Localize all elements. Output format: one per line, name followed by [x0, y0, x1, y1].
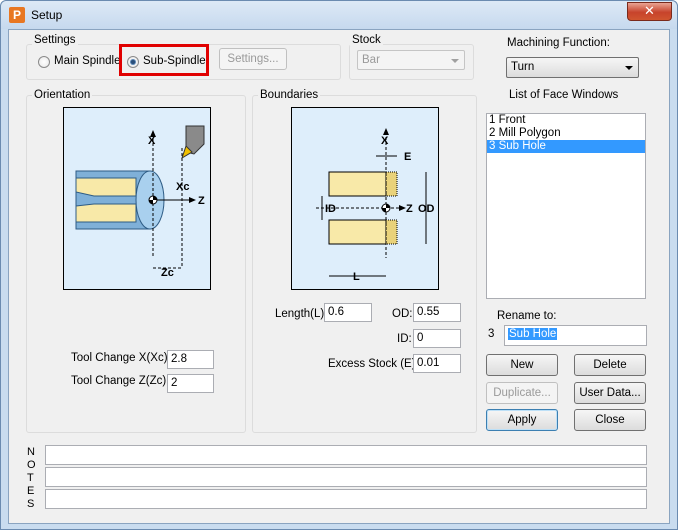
list-item-selected[interactable]: 3 Sub Hole	[487, 140, 645, 153]
tool-change-z-label: Tool Change Z(Zc):	[71, 375, 170, 387]
id-field-label: ID:	[397, 333, 412, 345]
sub-spindle-radio[interactable]	[127, 56, 139, 68]
x-axis-label: X	[148, 135, 156, 147]
app-icon: P	[9, 7, 25, 23]
apply-button[interactable]: Apply	[486, 409, 558, 431]
notes-letter: S	[27, 498, 35, 510]
notes-line-3[interactable]	[45, 489, 647, 509]
od-field-label: OD:	[392, 308, 413, 320]
list-item[interactable]: 2 Mill Polygon	[487, 127, 645, 140]
excess-upper-shape	[385, 171, 398, 197]
boundaries-diagram: X E ID Z OD L	[291, 107, 439, 290]
id-label: ID	[325, 203, 336, 215]
xc-label: Xc	[176, 181, 189, 193]
machining-function-label: Machining Function:	[507, 37, 610, 49]
excess-lower-shape	[385, 219, 398, 245]
jaw-upper-shape	[75, 177, 137, 197]
face-windows-label: List of Face Windows	[509, 89, 619, 101]
length-input[interactable]: 0.6	[324, 303, 372, 322]
excess-stock-label: Excess Stock (E):	[328, 358, 419, 370]
settings-group-title: Settings	[32, 34, 78, 46]
tool-change-z-input[interactable]: 2	[167, 374, 214, 393]
close-button[interactable]: Close	[574, 409, 646, 431]
user-data-button[interactable]: User Data...	[574, 382, 646, 404]
part-upper-shape	[328, 171, 387, 197]
z-axis-label: Z	[406, 203, 413, 215]
face-windows-list[interactable]: 1 Front 2 Mill Polygon 3 Sub Hole	[486, 113, 646, 299]
machining-function-select[interactable]: Turn	[506, 57, 639, 78]
orientation-group-title: Orientation	[32, 89, 93, 101]
stock-select[interactable]: Bar	[357, 50, 465, 70]
chevron-down-icon	[625, 66, 633, 70]
lathe-orientation-illustration: X Xc Z Zc	[75, 125, 205, 279]
machining-function-value: Turn	[511, 61, 535, 73]
tool-change-x-input[interactable]: 2.8	[167, 350, 214, 369]
window-close-button[interactable]: ✕	[627, 2, 672, 21]
dialog-client: Settings Main Spindle Sub-Spindle Settin…	[8, 29, 670, 524]
boundaries-group-title: Boundaries	[258, 89, 321, 101]
x-arrow-icon	[383, 128, 389, 135]
length-label: Length(L):	[275, 308, 328, 320]
z-axis-label: Z	[198, 195, 205, 207]
chevron-down-icon	[451, 59, 459, 63]
duplicate-button[interactable]: Duplicate...	[486, 382, 558, 404]
setup-window: P Setup ✕ Settings Main Spindle Sub-Spin…	[0, 0, 678, 530]
zc-label: Zc	[161, 267, 174, 279]
z-arrow-icon	[189, 197, 196, 203]
notes-letter: T	[27, 472, 34, 484]
rename-number: 3	[488, 328, 495, 340]
jaw-lower-shape	[75, 203, 137, 223]
rename-input[interactable]: Sub Hole	[504, 325, 647, 346]
excess-stock-input[interactable]: 0.01	[413, 354, 461, 373]
notes-line-1[interactable]	[45, 445, 647, 465]
main-spindle-radio[interactable]	[38, 56, 50, 68]
notes-letter: O	[27, 459, 36, 471]
new-button[interactable]: New	[486, 354, 558, 376]
rename-label: Rename to:	[497, 310, 557, 322]
od-input[interactable]: 0.55	[413, 303, 461, 322]
delete-button[interactable]: Delete	[574, 354, 646, 376]
l-label: L	[353, 271, 360, 283]
part-lower-shape	[328, 219, 387, 245]
notes-letter: E	[27, 485, 35, 497]
notes-letter: N	[27, 446, 35, 458]
id-input[interactable]: 0	[413, 329, 461, 348]
x-axis-label: X	[381, 135, 389, 147]
settings-button[interactable]: Settings...	[219, 48, 287, 70]
od-label: OD	[418, 203, 435, 215]
main-spindle-label[interactable]: Main Spindle	[54, 55, 120, 67]
rename-input-value: Sub Hole	[508, 328, 558, 340]
boundaries-illustration: X E ID Z OD L	[316, 128, 435, 283]
tool-change-x-label: Tool Change X(Xc):	[71, 352, 171, 364]
stock-group-title: Stock	[350, 34, 383, 46]
notes-line-2[interactable]	[45, 467, 647, 487]
orientation-diagram: X Xc Z Zc	[63, 107, 211, 290]
title-bar[interactable]: P Setup ✕	[1, 1, 677, 29]
window-title: Setup	[31, 8, 63, 22]
e-label: E	[404, 151, 411, 163]
z-arrow-icon	[399, 205, 406, 211]
stock-value: Bar	[362, 54, 380, 66]
list-item[interactable]: 1 Front	[487, 114, 645, 127]
sub-spindle-label[interactable]: Sub-Spindle	[143, 55, 206, 67]
